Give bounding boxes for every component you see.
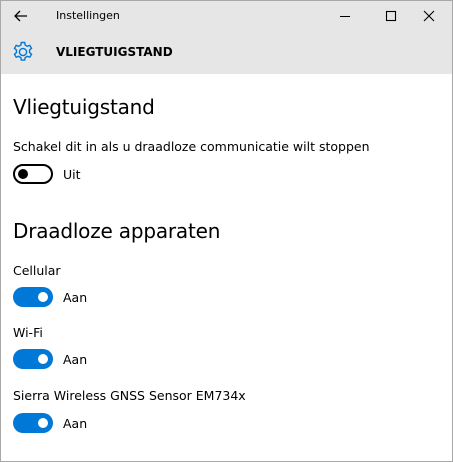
airplane-mode-state: Uit [63,167,81,182]
close-button[interactable] [406,1,452,31]
back-button[interactable] [7,3,35,29]
close-icon [423,10,435,22]
toggle-knob [38,418,48,428]
wifi-toggle[interactable] [13,349,53,369]
arrow-left-icon [14,10,27,22]
device-label-gnss: Sierra Wireless GNSS Sensor EM734x [13,388,246,403]
device-label-wifi: Wi-Fi [13,325,43,340]
page-title: VLIEGTUIGSTAND [56,45,173,59]
cellular-state: Aan [63,290,88,305]
toggle-knob [38,292,48,302]
gear-icon [13,41,33,61]
wireless-devices-heading: Draadloze apparaten [13,219,221,243]
device-label-cellular: Cellular [13,263,61,278]
page-header: VLIEGTUIGSTAND [1,31,452,74]
toggle-knob [38,354,48,364]
airplane-mode-description: Schakel dit in als u draadloze communica… [13,139,370,154]
airplane-mode-toggle[interactable] [13,164,53,184]
maximize-icon [385,10,397,22]
gnss-sensor-toggle[interactable] [13,413,53,433]
toggle-knob [18,169,28,179]
wifi-state: Aan [63,352,88,367]
settings-window: Instellingen VLIEGTUIGSTAND Vliegtuigsta… [0,0,453,462]
cellular-toggle[interactable] [13,287,53,307]
app-title: Instellingen [56,9,120,22]
minimize-button[interactable] [322,1,368,31]
title-bar: Instellingen [1,1,452,31]
gnss-sensor-state: Aan [63,416,88,431]
airplane-mode-heading: Vliegtuigstand [13,95,155,119]
minimize-icon [340,16,350,17]
